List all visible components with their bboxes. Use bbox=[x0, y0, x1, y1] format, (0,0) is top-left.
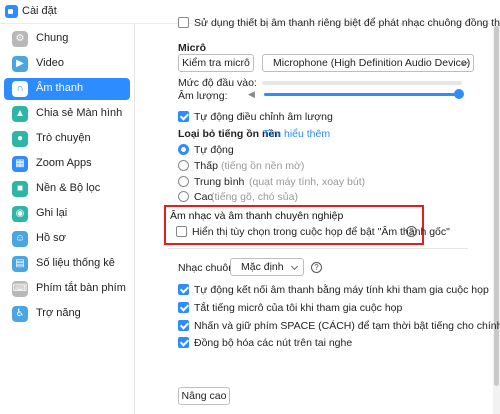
mute-mic-on-join-checkbox[interactable] bbox=[178, 302, 189, 313]
volume-slider-thumb[interactable] bbox=[454, 89, 464, 99]
statistics-icon: ▤ bbox=[12, 256, 28, 272]
background-filter-icon: ■ bbox=[12, 181, 28, 197]
push-to-talk-checkbox[interactable] bbox=[178, 320, 189, 331]
noise-option-hint: (quạt máy tính, xoay bút) bbox=[249, 176, 366, 188]
sidebar-item-label: Video bbox=[36, 57, 64, 69]
video-camera-icon: ▶ bbox=[12, 56, 28, 72]
microphone-device-value: Microphone (High Definition Audio Device… bbox=[273, 57, 471, 69]
record-icon: ◉ bbox=[12, 206, 28, 222]
volume-label: Âm lượng: bbox=[178, 90, 228, 102]
profile-icon: ☺ bbox=[12, 231, 28, 247]
separate-audio-device-checkbox[interactable] bbox=[178, 17, 189, 28]
sidebar-item-recording[interactable]: ◉ Ghi lại bbox=[4, 203, 130, 225]
input-level-label: Mức độ đầu vào: bbox=[178, 77, 257, 89]
keyboard-icon: ⌨ bbox=[12, 281, 28, 297]
auto-adjust-volume-checkbox[interactable] bbox=[178, 111, 189, 122]
headphones-icon: ∩ bbox=[12, 81, 28, 97]
microphone-device-select[interactable]: Microphone (High Definition Audio Device… bbox=[262, 54, 474, 72]
auto-join-audio-label: Tự động kết nối âm thanh bằng máy tính k… bbox=[194, 284, 489, 296]
noise-option-label: Tự động bbox=[194, 144, 234, 156]
noise-option-hint: (tiếng gõ, chó sủa) bbox=[211, 191, 298, 203]
scrollbar-thumb[interactable] bbox=[494, 26, 499, 386]
noise-low-radio[interactable] bbox=[178, 160, 189, 171]
sidebar-item-general[interactable]: ⚙ Chung bbox=[4, 28, 130, 50]
section-divider bbox=[168, 248, 468, 249]
window-title: Cài đặt bbox=[22, 5, 57, 17]
sidebar-item-label: Ghi lại bbox=[36, 207, 68, 219]
auto-join-audio-checkbox[interactable] bbox=[178, 284, 189, 295]
sidebar-item-label: Trợ năng bbox=[36, 307, 81, 319]
separate-audio-device-label: Sử dụng thiết bị âm thanh riêng biệt để … bbox=[194, 17, 500, 29]
sidebar-item-label: Chung bbox=[36, 32, 69, 44]
music-audio-heading: Âm nhạc và âm thanh chuyên nghiệp bbox=[170, 210, 344, 222]
noise-option-hint: (tiếng ồn nền mờ) bbox=[221, 160, 305, 172]
advanced-button[interactable]: Nâng cao bbox=[178, 387, 230, 405]
noise-option-label: Thấp bbox=[194, 160, 218, 172]
share-screen-icon: ▲ bbox=[12, 106, 28, 122]
sync-headset-buttons-checkbox[interactable] bbox=[178, 337, 189, 348]
mute-mic-on-join-label: Tắt tiếng micrô của tôi khi tham gia cuộ… bbox=[194, 302, 403, 314]
sync-headset-buttons-label: Đồng bộ hóa các nút trên tai nghe bbox=[194, 337, 353, 349]
sidebar-item-label: Phím tắt bàn phím bbox=[36, 282, 126, 294]
sidebar-item-chat[interactable]: ● Trò chuyện bbox=[4, 128, 130, 150]
auto-adjust-volume-label: Tự động điều chỉnh âm lượng bbox=[194, 111, 333, 123]
push-to-talk-label: Nhấn và giữ phím SPACE (CÁCH) để tạm thờ… bbox=[194, 320, 500, 332]
sidebar-item-zoom-apps[interactable]: ▦ Zoom Apps bbox=[4, 153, 130, 175]
sidebar-item-share-screen[interactable]: ▲ Chia sẻ Màn hình bbox=[4, 103, 130, 125]
sidebar-item-label: Âm thanh bbox=[36, 82, 84, 94]
volume-slider[interactable] bbox=[264, 93, 460, 96]
speaker-low-icon: ◀ bbox=[248, 89, 255, 99]
apps-icon: ▦ bbox=[12, 156, 28, 172]
ringtone-select[interactable]: Mặc định bbox=[230, 258, 304, 276]
noise-option-label: Trung bình bbox=[194, 176, 245, 188]
help-icon[interactable]: ? bbox=[406, 226, 417, 237]
sidebar-item-label: Số liệu thống kê bbox=[36, 257, 115, 269]
sidebar-item-statistics[interactable]: ▤ Số liệu thống kê bbox=[4, 253, 130, 275]
help-icon[interactable]: ? bbox=[311, 262, 322, 273]
zoom-app-icon bbox=[5, 5, 18, 18]
sidebar-item-keyboard-shortcuts[interactable]: ⌨ Phím tắt bàn phím bbox=[4, 278, 130, 300]
noise-high-radio[interactable] bbox=[178, 191, 189, 202]
accessibility-icon: ♿ bbox=[12, 306, 28, 322]
chevron-down-icon bbox=[290, 262, 299, 271]
ringtone-value: Mặc định bbox=[241, 261, 284, 273]
sidebar-item-profile[interactable]: ☺ Hồ sơ bbox=[4, 228, 130, 250]
test-micro-button[interactable]: Kiểm tra micrô bbox=[178, 54, 254, 72]
noise-medium-radio[interactable] bbox=[178, 176, 189, 187]
original-sound-checkbox[interactable] bbox=[176, 226, 187, 237]
sidebar-item-video[interactable]: ▶ Video bbox=[4, 53, 130, 75]
sidebar-item-label: Chia sẻ Màn hình bbox=[36, 107, 123, 119]
noise-auto-radio[interactable] bbox=[178, 144, 189, 155]
sidebar-item-label: Hồ sơ bbox=[36, 232, 66, 244]
micro-heading: Micrô bbox=[178, 42, 207, 54]
sidebar-item-label: Nền & Bộ lọc bbox=[36, 182, 101, 194]
sidebar-item-audio[interactable]: ∩ Âm thanh bbox=[4, 78, 130, 100]
settings-sidebar: ⚙ Chung ▶ Video ∩ Âm thanh ▲ Chia sẻ Màn… bbox=[0, 24, 135, 414]
sidebar-item-label: Zoom Apps bbox=[36, 157, 92, 169]
gear-icon: ⚙ bbox=[12, 31, 28, 47]
sidebar-item-label: Trò chuyện bbox=[36, 132, 91, 144]
sidebar-item-background-filters[interactable]: ■ Nền & Bộ lọc bbox=[4, 178, 130, 200]
learn-more-link[interactable]: Tìm hiểu thêm bbox=[263, 128, 330, 140]
sidebar-item-accessibility[interactable]: ♿ Trợ năng bbox=[4, 303, 130, 325]
input-level-meter bbox=[262, 81, 462, 85]
chat-bubble-icon: ● bbox=[12, 131, 28, 147]
